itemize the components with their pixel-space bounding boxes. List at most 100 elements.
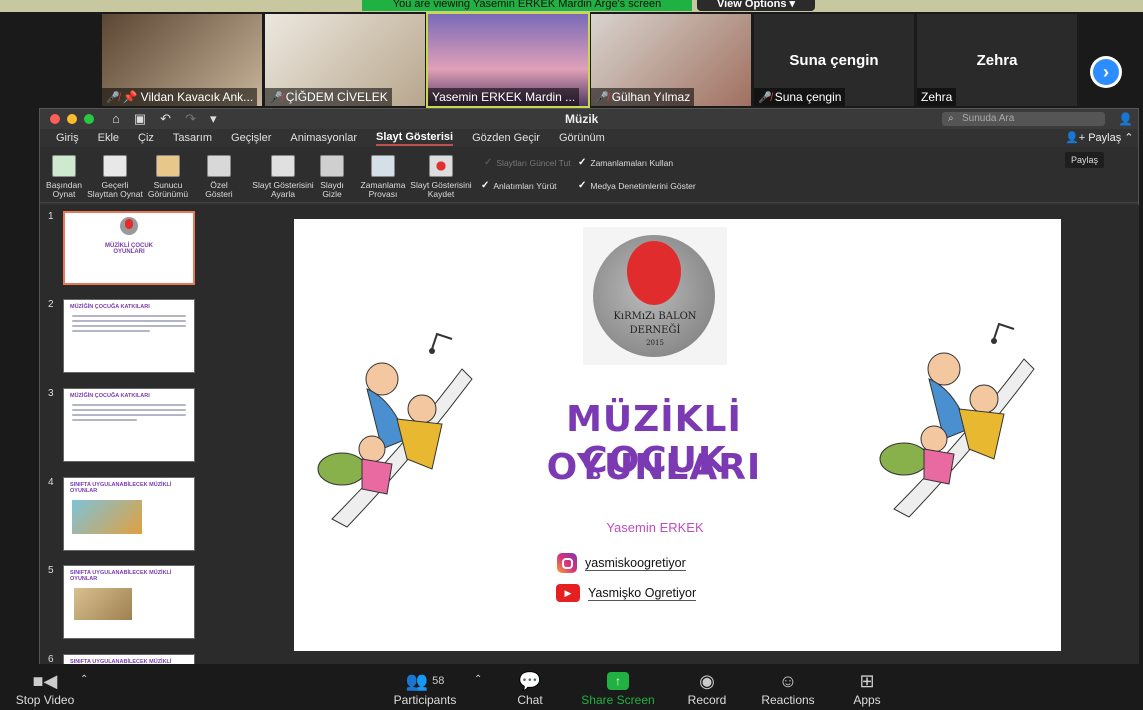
youtube-icon: ▶ [556,584,580,602]
share-screen-icon: ↑ [580,669,656,693]
apps-button[interactable]: ⊞ Apps [845,669,889,708]
muted-mic-icon: 🎤̸ [595,91,609,104]
reactions-button[interactable]: ☺ Reactions [757,669,819,708]
thumbnail-image: MÜZİKLİ ÇOCUK OYUNLARI [63,211,195,285]
account-icon[interactable]: 👤 [1118,112,1133,126]
search-input[interactable]: ⌕ Sunuda Ara [942,112,1105,126]
participant-tile[interactable]: Suna çengin 🎤̸ Suna çengin [754,14,914,106]
slide-thumbnails-panel: 1 MÜZİKLİ ÇOCUK OYUNLARI 2 MÜZİĞİN ÇOCUĞ… [40,205,215,665]
keep-slides-updated-checkbox[interactable]: ✓ Slaytları Güncel Tut [484,157,571,168]
chat-button[interactable]: 💬 Chat [505,669,555,708]
tab-tasarim[interactable]: Tasarım [173,132,212,144]
sharing-banner: You are viewing Yasemin ERKEK Mardin Arg… [0,0,1143,12]
play-from-current-icon [103,155,127,177]
rehearse-timings-icon [371,155,395,177]
meeting-toolbar: ■◀ Stop Video ⌃ 👥 58 Participants ⌃ 💬 Cha… [0,664,1143,710]
emoji-icon: ☺ [778,670,798,691]
presenter-view-button[interactable]: Sunucu Görünümü [146,155,190,199]
current-slide[interactable]: KıRMıZı BALON DERNEĞİ 2015 MÜZİKLİ ÇOCUK… [294,219,1061,651]
participant-tile[interactable]: 🎤̸ 📌 Vildan Kavacık Ank... [102,14,262,106]
tab-gozden-gecir[interactable]: Gözden Geçir [472,132,540,144]
kirmizi-balon-logo: KıRMıZı BALON DERNEĞİ 2015 [583,227,727,365]
presenter-view-icon [156,155,180,177]
next-page-button[interactable]: › [1090,56,1122,88]
tab-giris[interactable]: Giriş [56,132,79,144]
tab-gecisler[interactable]: Geçişler [231,132,271,144]
undo-icon[interactable]: ↶ [160,111,171,127]
participant-name: Yasemin ERKEK Mardin ... [428,88,580,106]
share-icon: 👤+ [1065,132,1089,144]
play-from-start-icon [52,155,76,177]
record-icon: ◉ [699,670,715,691]
show-media-controls-checkbox[interactable]: ✓ Medya Denetimlerini Göster [578,180,696,191]
minimize-icon[interactable] [67,114,77,124]
kids-music-illustration-left [317,332,473,528]
tab-slayt-gosterisi[interactable]: Slayt Gösterisi [376,131,454,146]
instagram-icon [557,553,577,573]
rehearse-timings-button[interactable]: Zamanlama Provası [358,155,408,199]
participant-strip: 🎤̸ 📌 Vildan Kavacık Ank... 🎤̸ ÇİĞDEM CİVELE… [0,12,1143,108]
slide-thumbnail[interactable]: 5 SINIFTA UYGULANABİLECEK MÜZİKLİ OYUNLA… [40,565,215,643]
chevron-up-icon[interactable]: ⌃ [80,674,88,685]
slide-thumbnail[interactable]: 3 MÜZİĞİN ÇOCUĞA KATKILARI [40,388,215,466]
view-options-button[interactable]: View Options ▾ [697,0,815,11]
setup-slideshow-button[interactable]: Slayt Gösterisini Ayarla [250,155,316,199]
slide-thumbnail[interactable]: 4 SINIFTA UYGULANABİLECEK MÜZİKLİ OYUNLA… [40,477,215,555]
tab-gorunum[interactable]: Görünüm [559,132,605,144]
hide-slide-icon [320,155,344,177]
pin-icon: 📌 [122,90,138,104]
slide-thumbnail[interactable]: 1 MÜZİKLİ ÇOCUK OYUNLARI [40,211,215,289]
chat-icon: 💬 [518,670,542,691]
stop-video-button[interactable]: ■◀ Stop Video [12,669,78,708]
participant-tile-active-speaker[interactable]: Yasemin ERKEK Mardin ... [426,12,590,108]
close-icon[interactable] [50,114,60,124]
home-icon[interactable]: ⌂ [112,111,120,127]
thumbnail-image: SINIFTA UYGULANABİLECEK MÜZİKLİ OYUNLAR [63,565,195,639]
ribbon-tabs: Giriş Ekle Çiz Tasarım Geçişler Animasyo… [40,129,1138,147]
more-icon[interactable]: ▾ [210,111,217,127]
slide-number: 2 [48,299,54,310]
share-tooltip: Paylaş [1065,152,1105,168]
slide-thumbnail[interactable]: 2 MÜZİĞİN ÇOCUĞA KATKILARI [40,299,215,377]
thumbnail-image: MÜZİĞİN ÇOCUĞA KATKILARI [63,299,195,373]
record-slideshow-icon [429,155,453,177]
window-titlebar: ⌂ ▣ ↶ ↷ ▾ Müzik ⌕ Sunuda Ara 👤 [40,109,1138,129]
record-slideshow-button[interactable]: Slayt Gösterisini Kaydet [408,155,474,199]
slide-number: 5 [48,565,54,576]
play-narrations-checkbox[interactable]: ✓ Anlatımları Yürüt [481,180,557,191]
participant-name: Zehra [917,88,957,106]
custom-show-icon [207,155,231,177]
chevron-up-icon[interactable]: ⌃ [474,674,482,685]
setup-slideshow-icon [271,155,295,177]
slide-number: 4 [48,477,54,488]
use-timings-checkbox[interactable]: ✓ Zamanlamaları Kullan [578,157,673,168]
participant-tile[interactable]: 🎤̸ Gülhan Yılmaz [591,14,751,106]
participant-name: 🎤̸ Suna çengin [754,88,846,106]
share-button[interactable]: 👤+ Paylaş ⌃ [1065,131,1134,144]
hide-slide-button[interactable]: Slaydı Gizle [318,155,346,199]
video-camera-icon: ■◀ [32,670,58,691]
tab-animasyonlar[interactable]: Animasyonlar [290,132,357,144]
participant-name: 🎤̸ 📌 Vildan Kavacık Ank... [102,88,258,106]
participant-tile[interactable]: 🎤̸ ÇİĞDEM CİVELEK [265,14,425,106]
maximize-icon[interactable] [84,114,94,124]
apps-icon: ⊞ [859,670,875,691]
save-icon[interactable]: ▣ [134,111,146,127]
muted-mic-icon: 🎤̸ [758,91,772,104]
muted-mic-icon: 🎤̸ [269,91,283,104]
play-from-current-button[interactable]: Geçerli Slayttan Oynat [86,155,144,199]
participant-tile[interactable]: Zehra Zehra [917,14,1077,106]
viewing-screen-label: You are viewing Yasemin ERKEK Mardin Arg… [362,0,692,11]
record-button[interactable]: ◉ Record [682,669,732,708]
tab-ciz[interactable]: Çiz [138,132,154,144]
custom-show-button[interactable]: Özel Gösteri [200,155,238,199]
play-from-start-button[interactable]: Başından Oynat [46,155,82,199]
youtube-channel: ▶ Yasmişko Ogretiyor [556,584,697,602]
tab-ekle[interactable]: Ekle [98,132,119,144]
share-screen-button[interactable]: ↑ Share Screen [580,669,656,707]
kids-music-illustration-right [879,322,1035,518]
slide-number: 3 [48,388,54,399]
instagram-handle: yasmiskoogretiyor [557,553,686,573]
participants-button[interactable]: 👥 58 Participants [390,669,460,708]
redo-icon[interactable]: ↷ [185,111,196,127]
